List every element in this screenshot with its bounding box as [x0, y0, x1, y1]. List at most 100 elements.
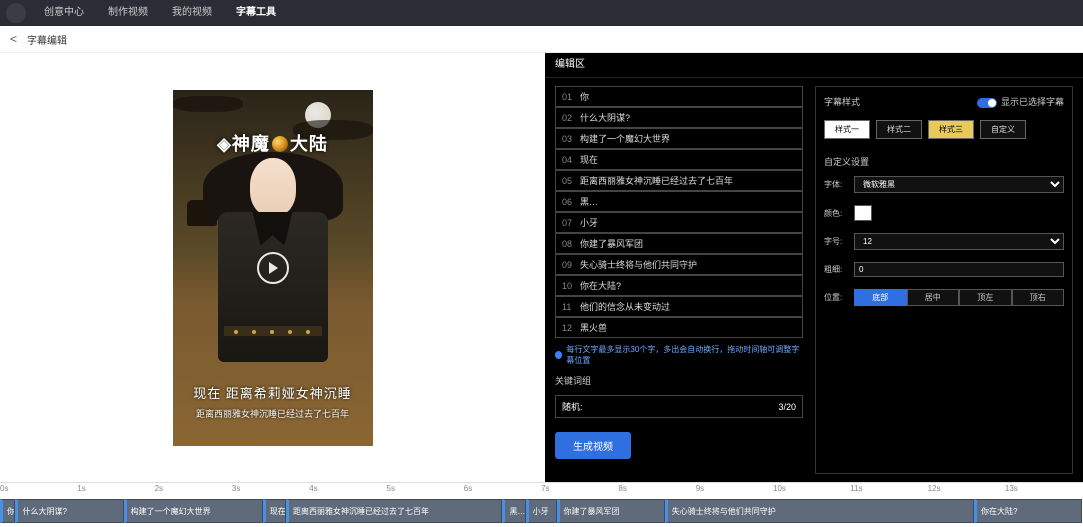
subtitle-line[interactable]: 06黑… — [555, 191, 803, 212]
ruler-tick: 13s — [1005, 484, 1018, 493]
subtitle-line[interactable]: 01你 — [555, 86, 803, 107]
line-text: 你建了暴风军团 — [580, 237, 643, 250]
stroke-row: 粗细: — [824, 262, 1064, 277]
line-text: 距离西丽雅女神沉睡已经过去了七百年 — [580, 174, 733, 187]
subtitle-line[interactable]: 08 你建了暴风军团 — [555, 233, 803, 254]
timeline-clip[interactable]: 黑… — [502, 499, 525, 523]
ruler-tick: 1s — [77, 484, 85, 493]
ruler-tick: 4s — [309, 484, 317, 493]
subtitle-line[interactable]: 10你在大陆? — [555, 275, 803, 296]
line-text: 你 — [580, 90, 589, 103]
timeline-clip[interactable]: 现在 — [263, 499, 286, 523]
subtitle-line[interactable]: 02什么大阴谋? — [555, 107, 803, 128]
timeline-track[interactable]: 你什么大阴谋?构建了一个魔幻大世界现在距离西丽雅女神沉睡已经过去了七百年黑…小牙… — [0, 497, 1083, 527]
keyword-row[interactable]: 随机: 3/20 — [555, 395, 803, 418]
timeline[interactable]: 0s1s2s3s4s5s6s7s8s9s10s11s12s13s 你什么大阴谋?… — [0, 482, 1083, 527]
timeline-clip[interactable]: 你在大陆? — [974, 499, 1082, 523]
line-number: 08 — [562, 239, 576, 249]
edit-panel-body: 01你02什么大阴谋? 03 构建了一个魔幻大世界 04 现在 05 距离西丽雅女神沉睡已经… — [545, 78, 1083, 482]
title-b: 大陆 — [290, 134, 328, 154]
ruler-tick: 0s — [0, 484, 8, 493]
font-label: 字体: — [824, 179, 848, 190]
line-text: 小牙 — [580, 216, 598, 229]
page-title: 字幕编辑 — [27, 32, 67, 47]
logo-icon — [6, 3, 26, 23]
line-number: 03 — [562, 134, 576, 144]
timeline-clip[interactable]: 失心骑士终将与他们共同守护 — [665, 499, 974, 523]
font-select[interactable]: 微软雅黑 — [854, 176, 1064, 193]
gem-icon: ◈ — [217, 134, 232, 154]
timeline-clip[interactable]: 构建了一个魔幻大世界 — [124, 499, 263, 523]
line-text: 现在 — [580, 153, 598, 166]
toggle-row[interactable]: 显示已选择字幕 — [977, 95, 1064, 108]
stroke-label: 粗细: — [824, 264, 848, 275]
subtitle-line[interactable]: 05 距离西丽雅女神沉睡已经过去了七百年 — [555, 170, 803, 191]
subtitle-main: 现在 距离希莉娅女神沉睡 — [173, 383, 373, 402]
ruler-tick: 10s — [773, 484, 786, 493]
timeline-clip[interactable]: 小牙 — [526, 499, 557, 523]
color-row: 颜色: — [824, 205, 1064, 221]
color-label: 颜色: — [824, 208, 848, 219]
subtitle-line[interactable]: 11他们的信念从未变动过 — [555, 296, 803, 317]
timeline-clip[interactable]: 你建了暴风军团 — [557, 499, 665, 523]
nav-tab[interactable]: 创意中心 — [32, 0, 96, 26]
ruler-tick: 9s — [696, 484, 704, 493]
keyword-label: 随机: — [562, 400, 583, 413]
subtitle-line[interactable]: 09失心骑士终将与他们共同守护 — [555, 254, 803, 275]
generate-video-button[interactable]: 生成视频 — [555, 432, 631, 459]
stud-icon — [234, 330, 238, 334]
nav-tabs: 创意中心制作视频我的视频字幕工具 — [32, 0, 288, 26]
main-area: ◈神魔大陆 现在 距离希莉娅女神沉睡 距离西 — [0, 53, 1083, 482]
timeline-clip[interactable]: 你 — [0, 499, 15, 523]
edit-panel: 编辑区 01你02什么大阴谋?03构建了一个魔幻大世界04现在05距离西丽雅女神… — [545, 53, 1083, 482]
toggle-icon[interactable] — [977, 98, 997, 108]
stroke-input[interactable] — [854, 262, 1064, 277]
line-text: 黑… — [580, 195, 598, 208]
play-button[interactable] — [257, 252, 289, 284]
nav-tab[interactable]: 制作视频 — [96, 0, 160, 26]
line-text: 他们的信念从未变动过 — [580, 300, 670, 313]
position-option[interactable]: 顶左 — [959, 289, 1012, 306]
toggle-label: 显示已选择字幕 — [1001, 97, 1064, 107]
style-header: 字幕样式 — [824, 95, 860, 108]
hint-text: 每行文字最多显示30个字，多出会自动换行，拖动时间轴可调整字幕位置 — [555, 344, 803, 366]
size-row: 字号: 12 — [824, 233, 1064, 250]
back-button[interactable]: < — [10, 32, 17, 46]
subtitle-line[interactable]: 07 小牙 — [555, 212, 803, 233]
collar-shape — [253, 212, 293, 246]
timeline-clip[interactable]: 什么大阴谋? — [15, 499, 123, 523]
style-preset-button[interactable]: 样式一 — [824, 120, 870, 139]
position-option[interactable]: 居中 — [907, 289, 960, 306]
line-number: 10 — [562, 281, 576, 291]
subtitle-line[interactable]: 03 构建了一个魔幻大世界 — [555, 128, 803, 149]
timeline-clip[interactable]: 距离西丽雅女神沉睡已经过去了七百年 — [286, 499, 502, 523]
nav-tab[interactable]: 我的视频 — [160, 0, 224, 26]
position-option[interactable]: 顶右 — [1012, 289, 1065, 306]
style-preset-button[interactable]: 样式二 — [876, 120, 922, 139]
position-row: 位置: 底部居中顶左顶右 — [824, 289, 1064, 306]
subtitle-line[interactable]: 04 现在 — [555, 149, 803, 170]
line-text: 构建了一个魔幻大世界 — [580, 132, 670, 145]
size-select[interactable]: 12 — [854, 233, 1064, 250]
line-text: 失心骑士终将与他们共同守护 — [580, 258, 697, 271]
style-preset-button[interactable]: 样式三 — [928, 120, 974, 139]
keyword-section-label: 关键词组 — [555, 374, 803, 387]
line-number: 04 — [562, 155, 576, 165]
jacket-shape — [218, 212, 328, 362]
nav-tab[interactable]: 字幕工具 — [224, 0, 288, 26]
line-number: 07 — [562, 218, 576, 228]
line-text: 什么大阴谋? — [580, 111, 630, 124]
keyword-count: 3/20 — [778, 402, 796, 412]
style-presets: 样式一样式二样式三自定义 — [824, 120, 1064, 139]
stud-icon — [252, 330, 256, 334]
style-preset-button[interactable]: 自定义 — [980, 120, 1026, 139]
ruler-tick: 5s — [387, 484, 395, 493]
position-option[interactable]: 底部 — [854, 289, 907, 306]
line-number: 12 — [562, 323, 576, 333]
title-a: 神魔 — [232, 134, 270, 154]
color-swatch[interactable] — [854, 205, 872, 221]
style-column: 字幕样式 显示已选择字幕 样式一样式二样式三自定义 自定义设置 字体: 微软雅黑… — [815, 86, 1073, 474]
line-number: 05 — [562, 176, 576, 186]
ruler-tick: 12s — [928, 484, 941, 493]
subtitle-line[interactable]: 12黑火兽 — [555, 317, 803, 338]
